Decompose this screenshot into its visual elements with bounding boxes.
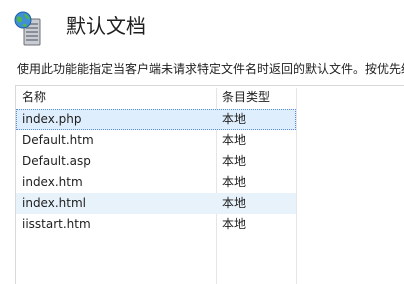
row-entry-type: 本地 bbox=[222, 196, 247, 210]
list-header: 名称 条目类型 bbox=[16, 86, 316, 108]
page-title: 默认文档 bbox=[66, 14, 146, 38]
row-entry-type: 本地 bbox=[222, 217, 247, 231]
list-row[interactable]: index.html 本地 bbox=[16, 193, 296, 214]
row-entry-type: 本地 bbox=[222, 112, 247, 126]
row-name: index.php bbox=[22, 112, 82, 126]
row-name: iisstart.htm bbox=[22, 217, 91, 231]
column-divider[interactable] bbox=[296, 88, 297, 284]
row-entry-type: 本地 bbox=[222, 175, 247, 189]
list-row[interactable]: Default.htm 本地 bbox=[16, 130, 296, 151]
default-document-globe-icon bbox=[14, 11, 41, 46]
list-row[interactable]: Default.asp 本地 bbox=[16, 151, 296, 172]
list-row[interactable]: index.htm 本地 bbox=[16, 172, 296, 193]
column-header-name[interactable]: 名称 bbox=[22, 86, 46, 108]
row-name: index.htm bbox=[22, 175, 83, 189]
row-name: Default.asp bbox=[22, 154, 91, 168]
column-header-entry-type[interactable]: 条目类型 bbox=[222, 86, 270, 108]
row-name: index.html bbox=[22, 196, 86, 210]
page-header: 默认文档 bbox=[0, 0, 404, 56]
page-description: 使用此功能能指定当客户端未请求特定文件名时返回的默认文件。按优先级 bbox=[17, 62, 404, 76]
row-entry-type: 本地 bbox=[222, 154, 247, 168]
list-row[interactable]: iisstart.htm 本地 bbox=[16, 214, 296, 235]
row-name: Default.htm bbox=[22, 133, 94, 147]
default-documents-list[interactable]: 名称 条目类型 index.php 本地 Default.htm 本地 Defa… bbox=[15, 85, 404, 284]
row-entry-type: 本地 bbox=[222, 133, 247, 147]
list-row[interactable]: index.php 本地 bbox=[16, 109, 296, 130]
list-rows: index.php 本地 Default.htm 本地 Default.asp … bbox=[16, 109, 296, 235]
